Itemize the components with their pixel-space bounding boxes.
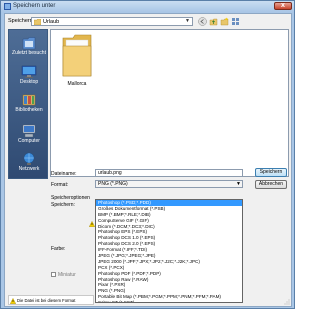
place-label: Bibliotheken — [15, 107, 43, 113]
window-title: Speichern unter — [13, 3, 56, 9]
libraries-icon — [22, 94, 36, 106]
thumbnail-checkbox[interactable] — [51, 272, 56, 277]
place-label: Computer — [18, 138, 40, 144]
filename-input[interactable]: urlaub.png — [95, 169, 243, 177]
format-label: Format: — [51, 182, 69, 188]
new-folder-icon[interactable] — [220, 17, 229, 26]
save-button[interactable]: Speichern — [255, 168, 287, 177]
close-button[interactable]: x — [274, 2, 292, 10]
save-options-label: Speicheroptionen — [51, 195, 90, 201]
warning-icon — [10, 298, 16, 304]
places-bar: Zuletzt besucht Desktop Bibliotheken Com… — [8, 29, 48, 179]
format-select[interactable]: PNG (*.PNG) ▼ — [95, 180, 243, 188]
up-folder-icon[interactable] — [209, 17, 218, 26]
save-label: Speichern: — [51, 202, 75, 208]
chevron-down-icon: ▼ — [236, 181, 241, 187]
save-in-combo[interactable]: Urlaub ▼ — [31, 17, 193, 26]
place-recent[interactable]: Zuletzt besucht — [9, 36, 49, 64]
place-network[interactable]: Netzwerk — [9, 152, 49, 180]
save-as-dialog: Speichern unter x Speichern in: Urlaub ▼ — [0, 0, 295, 309]
format-value: PNG (*.PNG) — [98, 181, 128, 187]
list-item[interactable]: Mallorca — [61, 34, 93, 90]
place-computer[interactable]: Computer — [9, 124, 49, 152]
place-label: Desktop — [19, 79, 39, 85]
resize-grip-icon[interactable] — [284, 299, 290, 305]
filename-label: Dateiname: — [51, 171, 77, 177]
format-dropdown-list[interactable]: Photoshop (*.PSD;*.PDD) Großes Dokumentfo… — [95, 199, 243, 303]
network-icon — [23, 152, 35, 165]
thumbnail-label: Miniatur — [58, 272, 76, 278]
place-label: Netzwerk — [18, 166, 40, 172]
back-icon[interactable] — [198, 17, 207, 26]
cancel-button[interactable]: Abbrechen — [255, 180, 287, 189]
chevron-down-icon: ▼ — [185, 18, 190, 24]
color-label: Farbe: — [51, 246, 66, 252]
format-warning-box: Die Datei ist bei diesem Format — [8, 295, 94, 305]
filename-value: urlaub.png — [98, 170, 122, 176]
folder-icon — [34, 19, 41, 25]
dialog-body: Speichern in: Urlaub ▼ Zuletzt besucht D… — [4, 13, 292, 307]
title-bar[interactable]: Speichern unter x — [1, 1, 294, 12]
save-in-value: Urlaub — [43, 19, 60, 25]
file-name: Mallorca — [67, 81, 87, 87]
format-option[interactable]: Scitex CT (*.SCT) — [96, 300, 242, 302]
format-warning-text: Die Datei ist bei diesem Format — [17, 298, 76, 303]
save-in-row: Speichern in: Urlaub ▼ — [8, 17, 288, 26]
place-desktop[interactable]: Desktop — [9, 65, 49, 93]
folder-icon — [62, 34, 92, 77]
place-label: Zuletzt besucht — [12, 50, 46, 56]
place-libraries[interactable]: Bibliotheken — [9, 93, 49, 121]
photoshop-app-icon — [4, 3, 11, 10]
recent-places-icon — [22, 37, 36, 50]
computer-icon — [22, 124, 36, 138]
desktop-icon — [21, 65, 37, 78]
file-list[interactable]: Mallorca — [50, 29, 289, 177]
view-menu-icon[interactable] — [231, 17, 240, 26]
